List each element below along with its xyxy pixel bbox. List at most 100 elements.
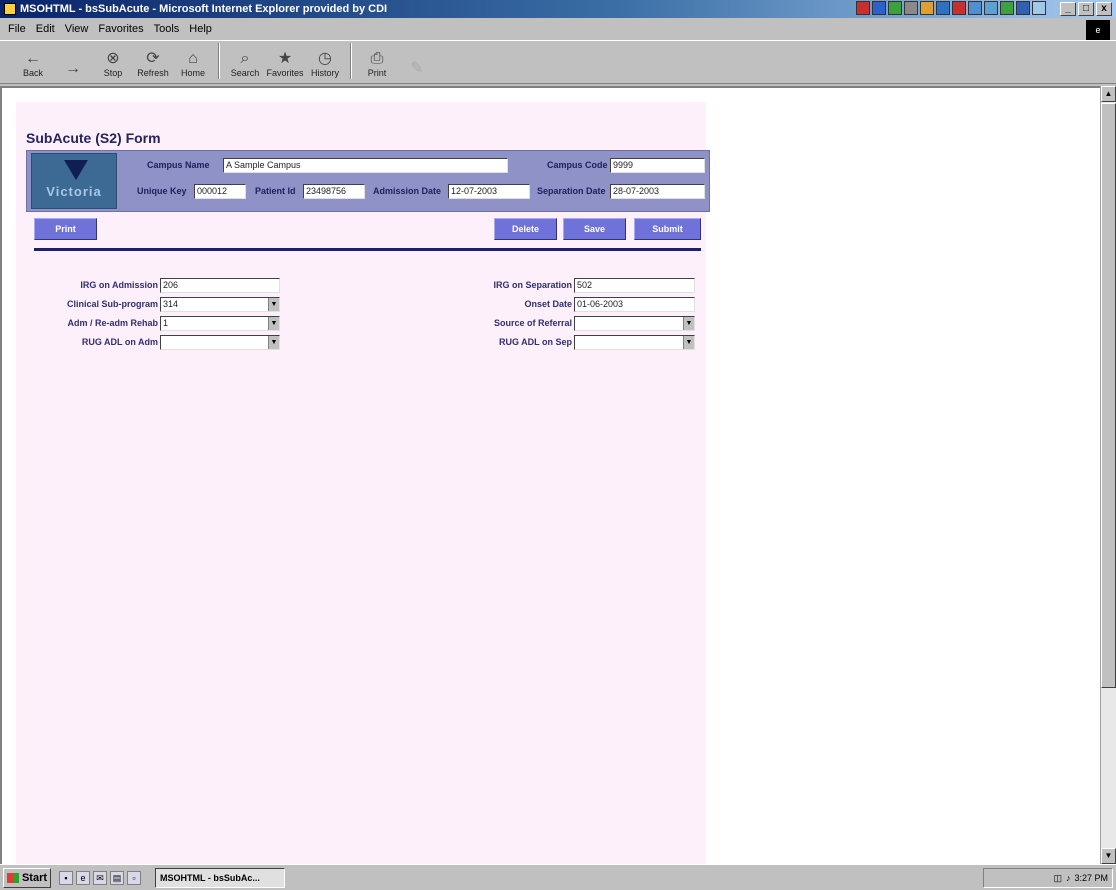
form-page: SubAcute (S2) Form Victoria Campus Name …: [16, 102, 710, 864]
stop-icon: ⊗: [106, 50, 120, 67]
source-referral-select[interactable]: ▼: [574, 316, 695, 331]
outlook-icon[interactable]: ✉: [93, 870, 107, 885]
browser-viewport: SubAcute (S2) Form Victoria Campus Name …: [0, 86, 1100, 864]
close-button[interactable]: x: [1096, 2, 1112, 16]
logo-text: Victoria: [46, 184, 102, 199]
app-icon[interactable]: ▫: [127, 870, 141, 885]
taskbar-ie-window[interactable]: MSOHTML - bsSubAc...: [155, 867, 285, 888]
toolbar-separator: [218, 43, 220, 79]
admission-date-field[interactable]: 12-07-2003: [448, 184, 530, 199]
tray-network-icon[interactable]: ◫: [1053, 873, 1062, 884]
home-button[interactable]: ⌂ Home: [176, 41, 210, 81]
browser-toolbar: ← Back → ⊗ Stop ⟳ Refresh ⌂ Home ⌕ Searc…: [0, 40, 1116, 84]
quick-launch: ▪ e ✉ ▤ ▫: [59, 870, 141, 885]
forward-button[interactable]: →: [56, 41, 90, 81]
irg-admission-field[interactable]: 206: [160, 278, 280, 293]
logo-triangle-icon: [64, 160, 88, 180]
unique-key-field[interactable]: 000012: [194, 184, 246, 199]
campus-name-label: Campus Name: [147, 160, 210, 170]
scroll-down-arrow-icon[interactable]: ▼: [1101, 848, 1116, 864]
menu-view[interactable]: View: [65, 23, 89, 35]
menu-tools[interactable]: Tools: [154, 23, 180, 35]
windows-logo-icon: [6, 872, 19, 883]
print-toolbar-button[interactable]: ⎙ Print: [360, 41, 394, 81]
onset-date-label: Onset Date: [524, 299, 572, 309]
search-icon: ⌕: [240, 50, 250, 67]
chevron-down-icon[interactable]: ▼: [268, 298, 279, 311]
search-button[interactable]: ⌕ Search: [228, 41, 262, 81]
tray-volume-icon[interactable]: ♪: [1066, 873, 1071, 883]
submit-button[interactable]: Submit: [634, 218, 701, 240]
scroll-up-arrow-icon[interactable]: ▲: [1101, 86, 1116, 102]
home-icon: ⌂: [188, 50, 198, 67]
separation-date-field[interactable]: 28-07-2003: [610, 184, 705, 199]
chevron-down-icon[interactable]: ▼: [268, 317, 279, 330]
victoria-logo: Victoria: [31, 153, 117, 209]
menu-help[interactable]: Help: [189, 23, 212, 35]
back-button[interactable]: ← Back: [16, 41, 50, 81]
patient-id-label: Patient Id: [255, 186, 296, 196]
desktop-icon[interactable]: ▪: [59, 870, 73, 885]
print-button[interactable]: Print: [34, 218, 97, 240]
campus-code-label: Campus Code: [547, 160, 608, 170]
source-referral-label: Source of Referral: [493, 318, 572, 328]
admin-readmin-label: Adm / Re-adm Rehab: [67, 318, 158, 328]
forward-arrow-icon: →: [65, 60, 81, 77]
taskbar-quick-icons-strip: [856, 1, 1046, 17]
irg-separation-label: IRG on Separation: [493, 280, 572, 290]
save-button[interactable]: Save: [563, 218, 626, 240]
chevron-down-icon[interactable]: ▼: [683, 317, 694, 330]
onset-date-field[interactable]: 01-06-2003: [574, 297, 695, 312]
admin-readmin-select[interactable]: 1 ▼: [160, 316, 280, 331]
patient-id-field[interactable]: 23498756: [303, 184, 365, 199]
rug-adl-sep-label: RUG ADL on Sep: [498, 337, 572, 347]
rug-adl-sep-select[interactable]: ▼: [574, 335, 695, 350]
start-button[interactable]: Start: [3, 867, 51, 888]
maximize-button[interactable]: □: [1078, 2, 1094, 16]
window-title-bar[interactable]: MSOHTML - bsSubAcute - Microsoft Interne…: [0, 0, 1116, 18]
ie-throbber-icon: e: [1086, 20, 1110, 40]
stop-button[interactable]: ⊗ Stop: [96, 41, 130, 81]
window-title: MSOHTML - bsSubAcute - Microsoft Interne…: [20, 3, 388, 15]
toolbar-separator: [350, 43, 352, 79]
menu-edit[interactable]: Edit: [36, 23, 55, 35]
ie-app-icon: [4, 3, 16, 15]
admission-date-label: Admission Date: [373, 186, 442, 196]
ie-icon[interactable]: e: [76, 870, 90, 885]
menu-favorites[interactable]: Favorites: [98, 23, 143, 35]
clinical-subprogram-label: Clinical Sub-program: [66, 299, 158, 309]
campus-name-field[interactable]: A Sample Campus: [223, 158, 508, 173]
clinical-subprogram-select[interactable]: 314 ▼: [160, 297, 280, 312]
favorites-button[interactable]: ★ Favorites: [267, 41, 304, 81]
minimize-button[interactable]: _: [1060, 2, 1076, 16]
chevron-down-icon[interactable]: ▼: [683, 336, 694, 349]
history-icon: ◷: [318, 50, 332, 67]
clock: 3:27 PM: [1074, 873, 1108, 883]
edit-button[interactable]: ✎: [400, 41, 434, 81]
form-header-band: Victoria Campus Name A Sample Campus Cam…: [26, 150, 710, 212]
system-tray: ◫ ♪ 3:27 PM: [983, 868, 1113, 888]
irg-admission-label: IRG on Admission: [80, 280, 158, 290]
irg-separation-field[interactable]: 502: [574, 278, 695, 293]
favorites-icon: ★: [277, 50, 293, 67]
rug-adl-admin-label: RUG ADL on Adm: [81, 337, 158, 347]
vertical-scrollbar[interactable]: ▲ ▼: [1100, 86, 1116, 864]
chevron-down-icon[interactable]: ▼: [268, 336, 279, 349]
menu-file[interactable]: File: [8, 23, 26, 35]
campus-code-field[interactable]: 9999: [610, 158, 705, 173]
history-button[interactable]: ◷ History: [308, 41, 342, 81]
print-icon: ⎙: [370, 50, 384, 67]
refresh-button[interactable]: ⟳ Refresh: [136, 41, 170, 81]
delete-button[interactable]: Delete: [494, 218, 557, 240]
edit-icon: ✎: [410, 60, 424, 77]
back-arrow-icon: ←: [25, 50, 41, 67]
windows-taskbar: Start ▪ e ✉ ▤ ▫ MSOHTML - bsSubAc... ◫ ♪…: [0, 864, 1116, 890]
separation-date-label: Separation Date: [537, 186, 606, 196]
page-title: SubAcute (S2) Form: [26, 130, 161, 146]
explorer-icon[interactable]: ▤: [110, 870, 124, 885]
scroll-thumb[interactable]: [1101, 103, 1116, 688]
section-divider: [34, 248, 701, 251]
menu-bar: File Edit View Favorites Tools Help e: [0, 20, 1116, 40]
refresh-icon: ⟳: [146, 50, 160, 67]
rug-adl-admin-select[interactable]: ▼: [160, 335, 280, 350]
